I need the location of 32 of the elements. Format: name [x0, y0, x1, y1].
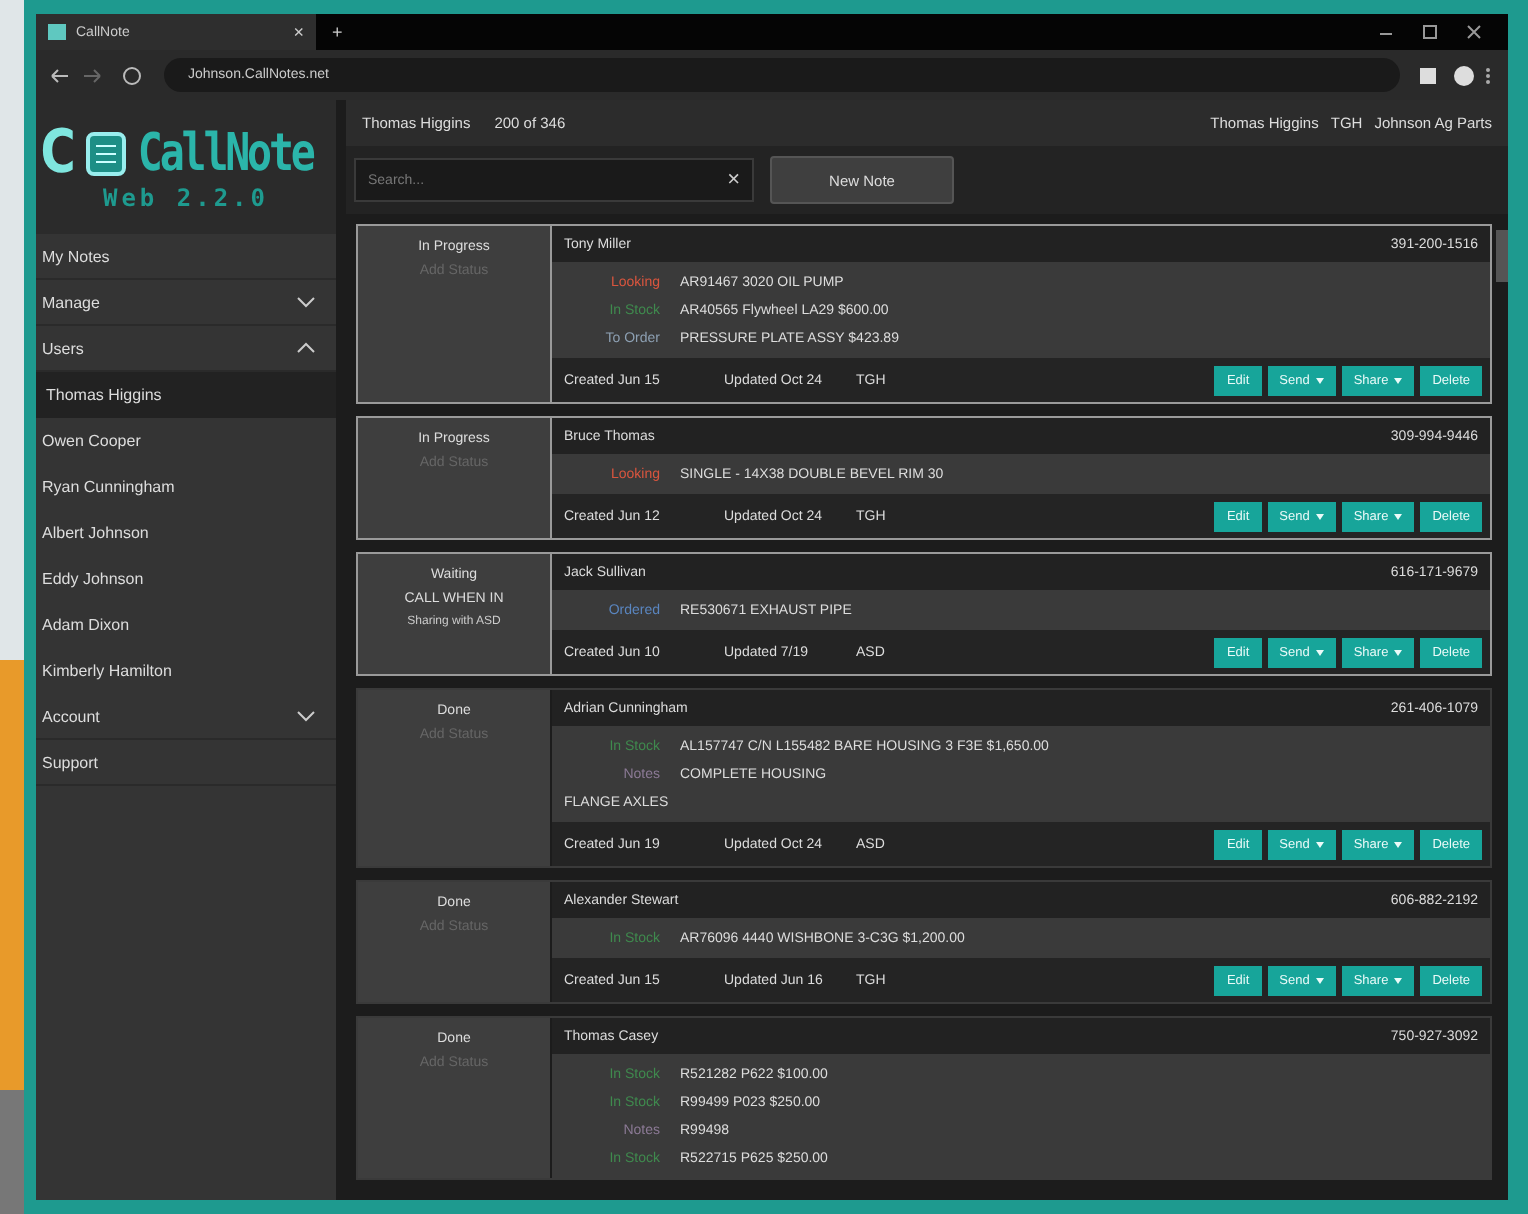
sidebar-item[interactable]: Manage — [36, 280, 336, 326]
sidebar-item[interactable]: Adam Dixon — [36, 602, 336, 648]
sidebar-item[interactable]: Ryan Cunningham — [36, 464, 336, 510]
notepad-icon — [84, 129, 129, 177]
sidebar-item[interactable]: Eddy Johnson — [36, 556, 336, 602]
caret-icon — [1394, 377, 1403, 383]
sidebar-item[interactable]: Thomas Higgins — [36, 372, 336, 418]
sidebar-item[interactable]: Owen Cooper — [36, 418, 336, 464]
clear-button[interactable]: × — [727, 168, 740, 192]
favicon-icon — [48, 24, 66, 40]
chevron-icon — [296, 710, 316, 722]
logo: C CallNote Web 2.2.0 — [36, 100, 336, 234]
sidebar-item[interactable]: My Notes — [36, 234, 336, 280]
close-tab-button[interactable]: × — [293, 22, 304, 42]
caret-icon — [1394, 977, 1403, 983]
caret-icon — [1394, 513, 1403, 519]
caret-icon — [1394, 649, 1403, 655]
scrollbar-thumb[interactable] — [1496, 230, 1508, 282]
sidebar-item[interactable]: Albert Johnson — [36, 510, 336, 556]
chevron-icon — [296, 342, 316, 354]
new-tab-button[interactable]: + — [332, 22, 343, 42]
caret-icon — [1315, 513, 1324, 519]
chevron-icon — [296, 296, 316, 308]
toolbar-icons[interactable] — [1416, 63, 1496, 87]
sidebar-item[interactable]: Kimberly Hamilton — [36, 648, 336, 694]
sidebar-item[interactable]: Account — [36, 694, 336, 740]
caret-icon — [1315, 841, 1324, 847]
sidebar-item[interactable]: Support — [36, 740, 336, 786]
caret-icon — [1315, 649, 1324, 655]
caret-icon — [1315, 977, 1324, 983]
caret-icon — [1394, 841, 1403, 847]
caret-icon — [1315, 377, 1324, 383]
